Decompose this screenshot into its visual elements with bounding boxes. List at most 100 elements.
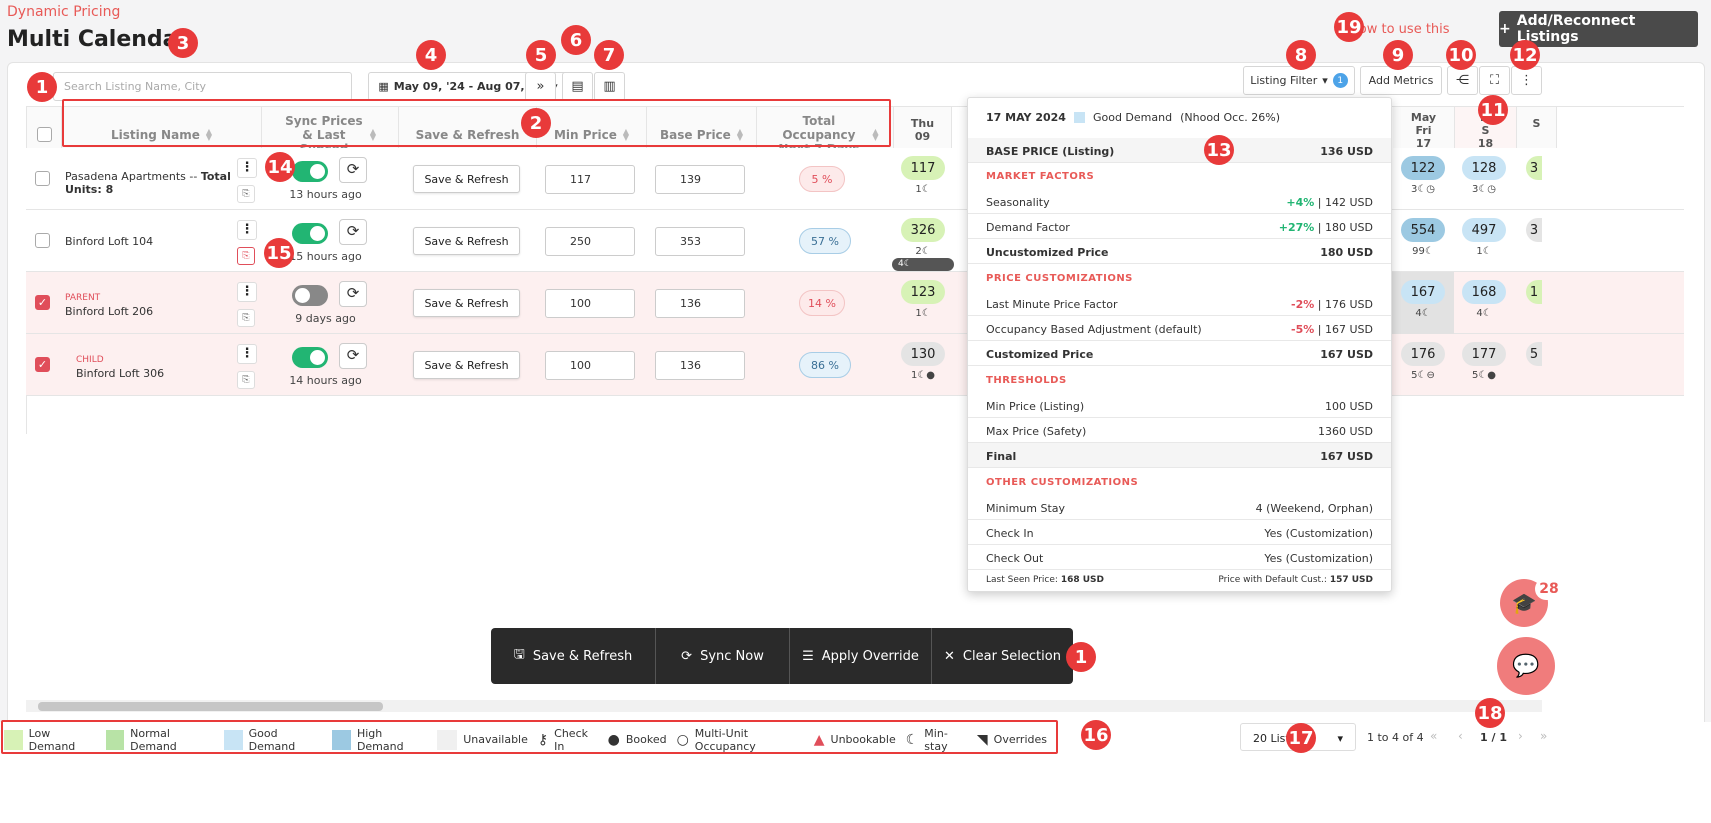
more-options-button[interactable]: ⋮: [1511, 66, 1542, 95]
select-all-checkbox[interactable]: [36, 127, 52, 142]
first-page-button[interactable]: «: [1430, 729, 1437, 743]
notes-button[interactable]: ⎘: [237, 309, 255, 327]
tooltip-value: 167 USD: [1320, 450, 1373, 463]
table-row[interactable]: ✓ PARENT Binford Loft 206 ⋮ ⎘ ⟳ 9 days ago Save…: [26, 272, 1684, 334]
bulk-save-label: Save & Refresh: [532, 648, 633, 664]
bulk-sync-now-button[interactable]: ⟳ Sync Now: [656, 628, 790, 684]
jump-forward-button[interactable]: »: [525, 72, 556, 101]
base-price-input[interactable]: 136: [655, 351, 745, 380]
annotation-marker: 1: [27, 72, 57, 102]
tooltip-section-custom: PRICE CUSTOMIZATIONS: [986, 273, 1133, 284]
share-button[interactable]: ⋲: [1447, 66, 1478, 95]
day-price-cell[interactable]: 497: [1462, 218, 1506, 242]
day-price-cell[interactable]: 5: [1526, 342, 1542, 366]
base-price-input[interactable]: 353: [655, 227, 745, 256]
bulk-override-label: Apply Override: [821, 648, 919, 664]
base-price-input[interactable]: 139: [655, 165, 745, 194]
occupancy-badge: 5 %: [799, 166, 845, 192]
day-cell-meta: 4☾: [1415, 308, 1431, 319]
day-price-cell[interactable]: 177: [1462, 342, 1506, 366]
sync-now-button[interactable]: ⟳: [339, 157, 367, 183]
save-icon: 🖫: [513, 647, 525, 662]
day-price-cell[interactable]: 554: [1401, 218, 1445, 242]
day-price-cell[interactable]: 3: [1526, 218, 1542, 242]
sync-now-button[interactable]: ⟳: [339, 343, 367, 369]
bulk-apply-override-button[interactable]: ☰ Apply Override: [790, 628, 932, 684]
row-menu-button[interactable]: ⋮: [237, 158, 257, 178]
kebab-icon: ⋮: [240, 346, 254, 361]
listing-filter-button[interactable]: Listing Filter ▾ 1: [1243, 66, 1355, 95]
listing-name[interactable]: Pasadena Apartments -- Total Units: 8: [65, 170, 245, 196]
search-input[interactable]: Search Listing Name, City: [53, 72, 352, 101]
day-price-cell[interactable]: 1: [1526, 280, 1542, 304]
day-cell-meta: 1☾: [915, 308, 931, 319]
row-menu-button[interactable]: ⋮: [237, 282, 257, 302]
scrollbar-thumb[interactable]: [38, 702, 383, 711]
row-save-refresh-button[interactable]: Save & Refresh: [413, 165, 520, 193]
chat-button[interactable]: 💬: [1497, 637, 1555, 695]
base-price-input[interactable]: 136: [655, 289, 745, 318]
sync-now-button[interactable]: ⟳: [339, 281, 367, 307]
last-page-button[interactable]: »: [1540, 729, 1547, 743]
day-price-cell[interactable]: 123: [901, 280, 945, 304]
row-checkbox[interactable]: [35, 233, 50, 248]
day-price-cell[interactable]: 326: [901, 218, 945, 242]
min-price-input[interactable]: 117: [545, 165, 635, 194]
sync-toggle[interactable]: [292, 285, 328, 306]
double-chevron-right-icon: »: [536, 79, 545, 94]
row-checkbox[interactable]: [35, 171, 50, 186]
listing-name[interactable]: CHILD Binford Loft 306: [76, 354, 164, 380]
notes-button[interactable]: ⎘: [237, 371, 255, 389]
sync-now-button[interactable]: ⟳: [339, 219, 367, 245]
brand-label: Dynamic Pricing: [7, 4, 121, 20]
sync-toggle[interactable]: [292, 161, 328, 182]
bulk-save-refresh-button[interactable]: 🖫 Save & Refresh: [491, 628, 656, 684]
add-metrics-button[interactable]: Add Metrics: [1360, 66, 1442, 95]
tooltip-label: Check In: [986, 527, 1034, 540]
min-price-input[interactable]: 100: [545, 351, 635, 380]
listing-filter-label: Listing Filter: [1250, 74, 1318, 87]
sync-toggle[interactable]: [292, 223, 328, 244]
table-row[interactable]: ✓ CHILD Binford Loft 306 ⋮ ⎘ ⟳ 14 hours ago Sav…: [26, 334, 1684, 396]
row-save-refresh-button[interactable]: Save & Refresh: [413, 289, 520, 317]
tooltip-label: Max Price (Safety): [986, 425, 1087, 438]
columns-button[interactable]: ▥: [594, 72, 625, 101]
row-menu-button[interactable]: ⋮: [237, 220, 257, 240]
row-menu-button[interactable]: ⋮: [237, 344, 257, 364]
day-cell-meta: 1☾: [1476, 246, 1492, 257]
fullscreen-button[interactable]: ⛶: [1479, 66, 1510, 95]
row-save-refresh-button[interactable]: Save & Refresh: [413, 227, 520, 255]
sync-toggle[interactable]: [292, 347, 328, 368]
listing-name[interactable]: PARENT Binford Loft 206: [65, 292, 153, 318]
day-price-cell[interactable]: 168: [1462, 280, 1506, 304]
prev-page-button[interactable]: ‹: [1458, 729, 1463, 743]
listing-tag: PARENT: [65, 293, 101, 303]
day-price-cell[interactable]: 117: [901, 156, 945, 180]
last-synced-text: 13 hours ago: [289, 188, 362, 201]
row-save-refresh-button[interactable]: Save & Refresh: [413, 351, 520, 379]
row-checkbox[interactable]: ✓: [35, 295, 50, 310]
annotation-marker: 3: [168, 28, 198, 58]
notes-button[interactable]: ⎘: [237, 185, 255, 203]
day-price-cell[interactable]: 3: [1526, 156, 1542, 180]
tooltip-last-seen-value: 168 USD: [1060, 575, 1105, 585]
tooltip-section-thresholds: THRESHOLDS: [986, 375, 1067, 386]
page-title: Multi Calendar: [7, 27, 189, 52]
annotation-marker: 17: [1286, 723, 1316, 753]
row-checkbox[interactable]: ✓: [35, 357, 50, 372]
next-page-button[interactable]: ›: [1518, 729, 1523, 743]
listing-tag: CHILD: [76, 355, 104, 365]
day-price-cell[interactable]: 176: [1401, 342, 1445, 366]
day-price-cell[interactable]: 130: [901, 342, 945, 366]
listing-name[interactable]: Binford Loft 104: [65, 235, 245, 248]
tooltip-demand-row: Demand Factor +27% | 180 USD: [968, 214, 1391, 239]
day-price-cell[interactable]: 128: [1462, 156, 1506, 180]
how-to-link[interactable]: How to use this: [1349, 22, 1450, 37]
day-price-cell[interactable]: 167: [1401, 280, 1445, 304]
min-price-input[interactable]: 250: [545, 227, 635, 256]
bulk-clear-selection-button[interactable]: ✕ Clear Selection: [932, 628, 1073, 684]
day-price-cell[interactable]: 122: [1401, 156, 1445, 180]
calendar-refresh-button[interactable]: ▤: [562, 72, 593, 101]
notes-button[interactable]: ⎘: [237, 247, 255, 265]
min-price-input[interactable]: 100: [545, 289, 635, 318]
